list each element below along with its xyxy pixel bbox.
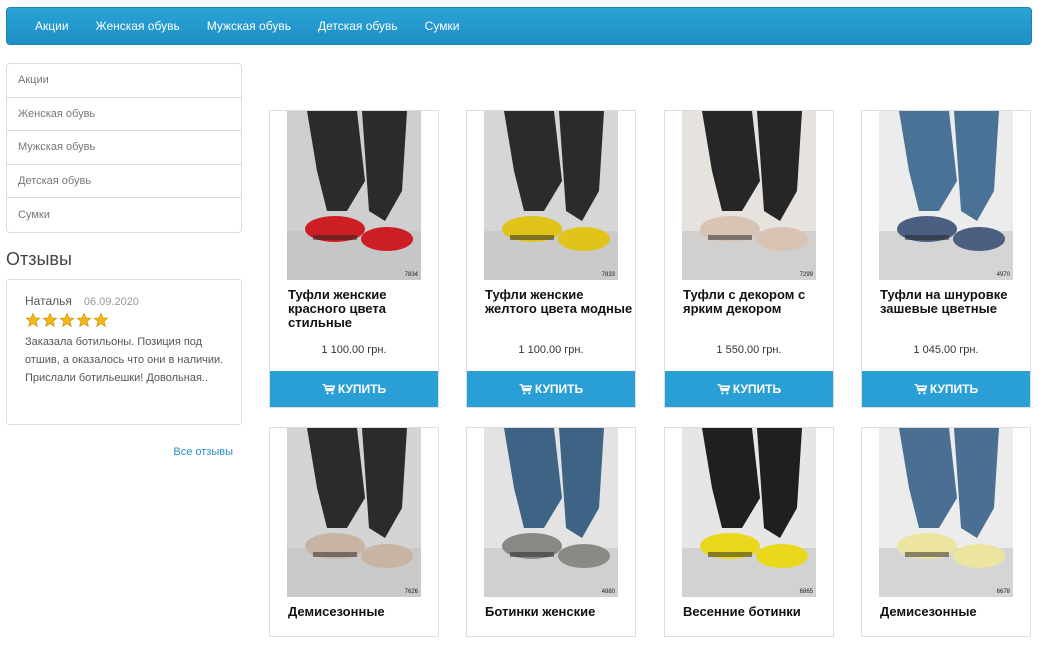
sidebar-item-women[interactable]: Женская обувь <box>7 98 241 132</box>
topnav-item-kids[interactable]: Детская обувь <box>318 19 398 33</box>
review-card: Наталья 06.09.2020 Заказала ботильоны. П… <box>6 279 242 425</box>
product-image[interactable]: 4970 <box>879 111 1013 280</box>
buy-button-label: КУПИТЬ <box>732 382 782 396</box>
star-icon <box>42 312 58 328</box>
product-price: 1 550.00 грн. <box>716 344 782 356</box>
cart-icon <box>519 383 532 394</box>
buy-button-label: КУПИТЬ <box>534 382 584 396</box>
buy-button[interactable]: КУПИТЬ <box>665 371 833 407</box>
cart-icon <box>322 383 335 394</box>
product-code: 4880 <box>601 589 615 595</box>
product-name[interactable]: Туфли женские красного цвета стильные <box>288 288 438 336</box>
product-image[interactable]: 6865 <box>682 428 816 597</box>
star-icon <box>59 312 75 328</box>
buy-button[interactable]: КУПИТЬ <box>270 371 438 407</box>
product-code: 7833 <box>601 272 615 278</box>
product-image[interactable]: 7626 <box>287 428 421 597</box>
product-name[interactable]: Демисезонные <box>288 605 438 653</box>
product-price: 1 100.00 грн. <box>518 344 584 356</box>
product-name[interactable]: Туфли с декором с ярким декором <box>683 288 833 336</box>
product-price: 1 045.00 грн. <box>913 344 979 356</box>
sidebar-item-kids[interactable]: Детская обувь <box>7 165 241 199</box>
star-icon <box>76 312 92 328</box>
product-image[interactable]: 7833 <box>484 111 618 280</box>
product-card[interactable]: 7833 Туфли женские желтого цвета модные 1 … <box>466 110 636 408</box>
product-card[interactable]: 7834 Туфли женские красного цвета стильны… <box>269 110 439 408</box>
reviews-heading: Отзывы <box>6 249 72 269</box>
product-name[interactable]: Ботинки женские <box>485 605 635 653</box>
topnav-item-men[interactable]: Мужская обувь <box>207 19 291 33</box>
top-nav-bar: Акции Женская обувь Мужская обувь Детска… <box>6 7 1032 45</box>
sidebar-item-bags[interactable]: Сумки <box>7 198 241 232</box>
product-name[interactable]: Туфли женские желтого цвета модные <box>485 288 635 336</box>
sidebar-menu: Акции Женская обувь Мужская обувь Детска… <box>6 63 242 233</box>
topnav-item-akcii[interactable]: Акции <box>35 19 69 33</box>
buy-button[interactable]: КУПИТЬ <box>862 371 1030 407</box>
topnav-item-bags[interactable]: Сумки <box>425 19 460 33</box>
review-text: Заказала ботильоны. Позиция под отшив, а… <box>25 336 224 384</box>
buy-button[interactable]: КУПИТЬ <box>467 371 635 407</box>
product-card[interactable]: 7626 Демисезонные <box>269 427 439 637</box>
all-reviews-link[interactable]: Все отзывы <box>173 446 233 458</box>
product-image[interactable]: 7299 <box>682 111 816 280</box>
product-image[interactable]: 6678 <box>879 428 1013 597</box>
cart-icon <box>717 383 730 394</box>
sidebar-item-men[interactable]: Мужская обувь <box>7 131 241 165</box>
buy-button-label: КУПИТЬ <box>929 382 979 396</box>
product-code: 6678 <box>996 589 1010 595</box>
product-name[interactable]: Туфли на шнуровке зашевые цветные <box>880 288 1030 336</box>
product-card[interactable]: 4880 Ботинки женские <box>466 427 636 637</box>
star-icon <box>25 312 41 328</box>
review-header: Наталья 06.09.2020 <box>25 294 229 308</box>
sidebar-item-akcii[interactable]: Акции <box>7 64 241 98</box>
product-card[interactable]: 6678 Демисезонные <box>861 427 1031 637</box>
product-code: 4970 <box>996 272 1010 278</box>
product-code: 7299 <box>799 272 813 278</box>
product-code: 7834 <box>404 272 418 278</box>
review-date: 06.09.2020 <box>83 296 139 308</box>
review-author: Наталья <box>25 294 72 308</box>
review-rating <box>25 312 229 328</box>
product-card[interactable]: 6865 Весенние ботинки <box>664 427 834 637</box>
product-name[interactable]: Демисезонные <box>880 605 1030 653</box>
topnav-item-women[interactable]: Женская обувь <box>96 19 180 33</box>
product-image[interactable]: 7834 <box>287 111 421 280</box>
product-card[interactable]: 4970 Туфли на шнуровке зашевые цветные 1 0… <box>861 110 1031 408</box>
product-name[interactable]: Весенние ботинки <box>683 605 833 653</box>
product-image[interactable]: 4880 <box>484 428 618 597</box>
product-code: 7626 <box>404 589 418 595</box>
product-price: 1 100.00 грн. <box>321 344 387 356</box>
star-icon <box>93 312 109 328</box>
cart-icon <box>914 383 927 394</box>
product-card[interactable]: 7299 Туфли с декором с ярким декором 1 550… <box>664 110 834 408</box>
product-code: 6865 <box>799 589 813 595</box>
buy-button-label: КУПИТЬ <box>337 382 387 396</box>
